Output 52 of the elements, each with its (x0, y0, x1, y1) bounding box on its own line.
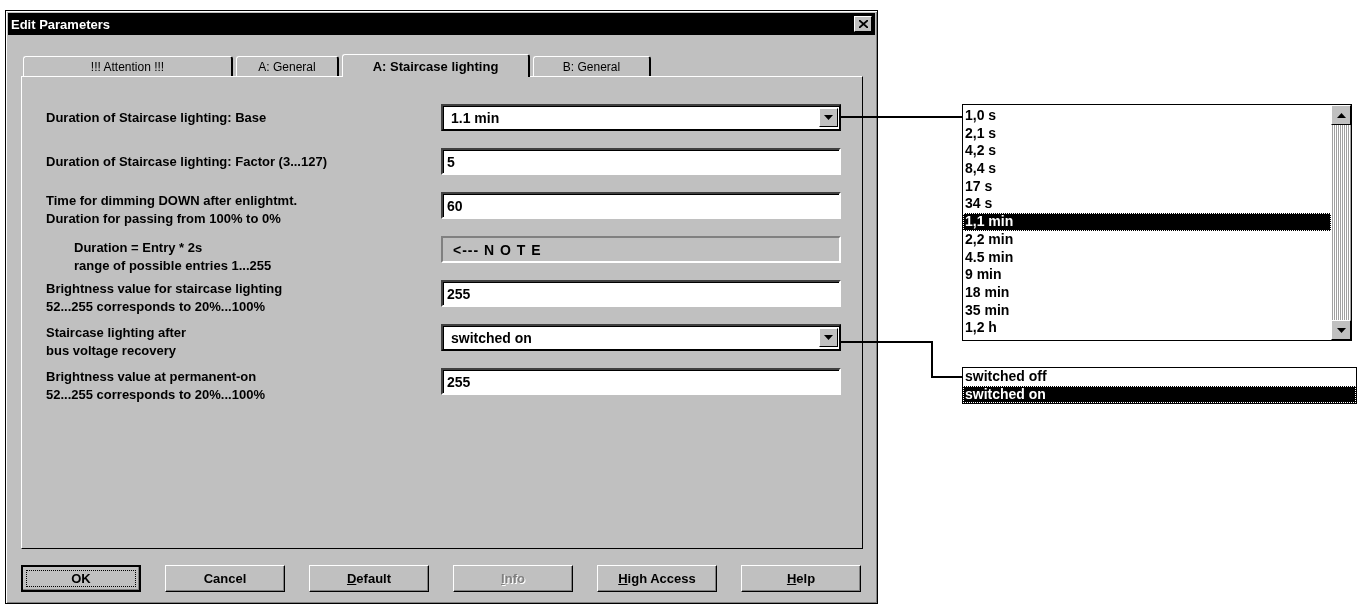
list-item[interactable]: 18 min (963, 283, 1331, 302)
parameter-label: Duration of Staircase lighting: Base (46, 108, 267, 127)
note-field: <--- N O T E (441, 236, 841, 263)
parameter-label: Brightness value at permanent-on (46, 368, 257, 386)
list-item[interactable]: 1,2 h (963, 319, 1331, 337)
tab[interactable]: A: General (236, 56, 339, 76)
down-arrow-icon (824, 115, 833, 120)
list-item[interactable]: 1,0 s (963, 107, 1331, 125)
window-title: Edit Parameters (11, 16, 110, 32)
input-field[interactable]: 255 (441, 280, 841, 307)
dialog-button[interactable]: High Access (597, 565, 717, 592)
scroll-up-button[interactable] (1331, 105, 1351, 125)
close-icon (858, 20, 868, 28)
scroll-down-button[interactable] (1331, 320, 1351, 340)
list-item[interactable]: 34 s (963, 195, 1331, 214)
up-arrow-icon (1336, 112, 1346, 118)
list-item[interactable]: switched off (963, 368, 1356, 386)
dialog-button[interactable]: Default (309, 565, 429, 592)
input-field[interactable]: 5 (441, 148, 841, 175)
close-button[interactable] (854, 16, 872, 32)
list-item[interactable]: 2,2 min (963, 230, 1331, 249)
parameter-label: Brightness value for staircase lighting (46, 280, 283, 298)
list-item[interactable]: 17 s (963, 177, 1331, 196)
dialog-button[interactable]: OK (21, 565, 141, 592)
input-field[interactable]: 255 (441, 368, 841, 395)
tab[interactable]: A: Staircase lighting (342, 54, 530, 77)
dialog-button[interactable]: Cancel (165, 565, 285, 592)
list-item[interactable]: 35 min (963, 301, 1331, 320)
parameter-label: Staircase lighting after (46, 324, 187, 342)
list-item[interactable]: 4,2 s (963, 142, 1331, 161)
dropdown-field[interactable]: 1.1 min (441, 104, 841, 131)
parameter-label: Duration = Entry * 2s (74, 239, 203, 257)
list-item[interactable]: 1,1 min (963, 213, 1331, 231)
down-arrow-icon (824, 335, 833, 340)
parameter-label: Time for dimming DOWN after enlightmt. (46, 192, 298, 210)
parameter-label: 52...255 corresponds to 20%...100% (46, 298, 265, 316)
parameter-label: Duration for passing from 100% to 0% (46, 210, 281, 228)
down-arrow-icon (1336, 327, 1346, 333)
parameter-label: 52...255 corresponds to 20%...100% (46, 386, 265, 404)
list-item[interactable]: 9 min (963, 266, 1331, 284)
dropdown-field[interactable]: switched on (441, 324, 841, 351)
parameter-label: range of possible entries 1...255 (74, 257, 272, 275)
list-item[interactable]: 2,1 s (963, 124, 1331, 143)
list-item[interactable]: 4.5 min (963, 248, 1331, 267)
list-item[interactable]: switched on (963, 385, 1356, 404)
tab[interactable]: !!! Attention !!! (23, 56, 233, 76)
parameter-label: Duration of Staircase lighting: Factor (3...127) (46, 152, 327, 171)
list-item[interactable]: 8,4 s (963, 160, 1331, 178)
dialog-button[interactable]: Help (741, 565, 861, 592)
input-field[interactable]: 60 (441, 192, 841, 219)
tab[interactable]: B: General (533, 56, 651, 76)
parameter-label: bus voltage recovery (46, 342, 177, 360)
